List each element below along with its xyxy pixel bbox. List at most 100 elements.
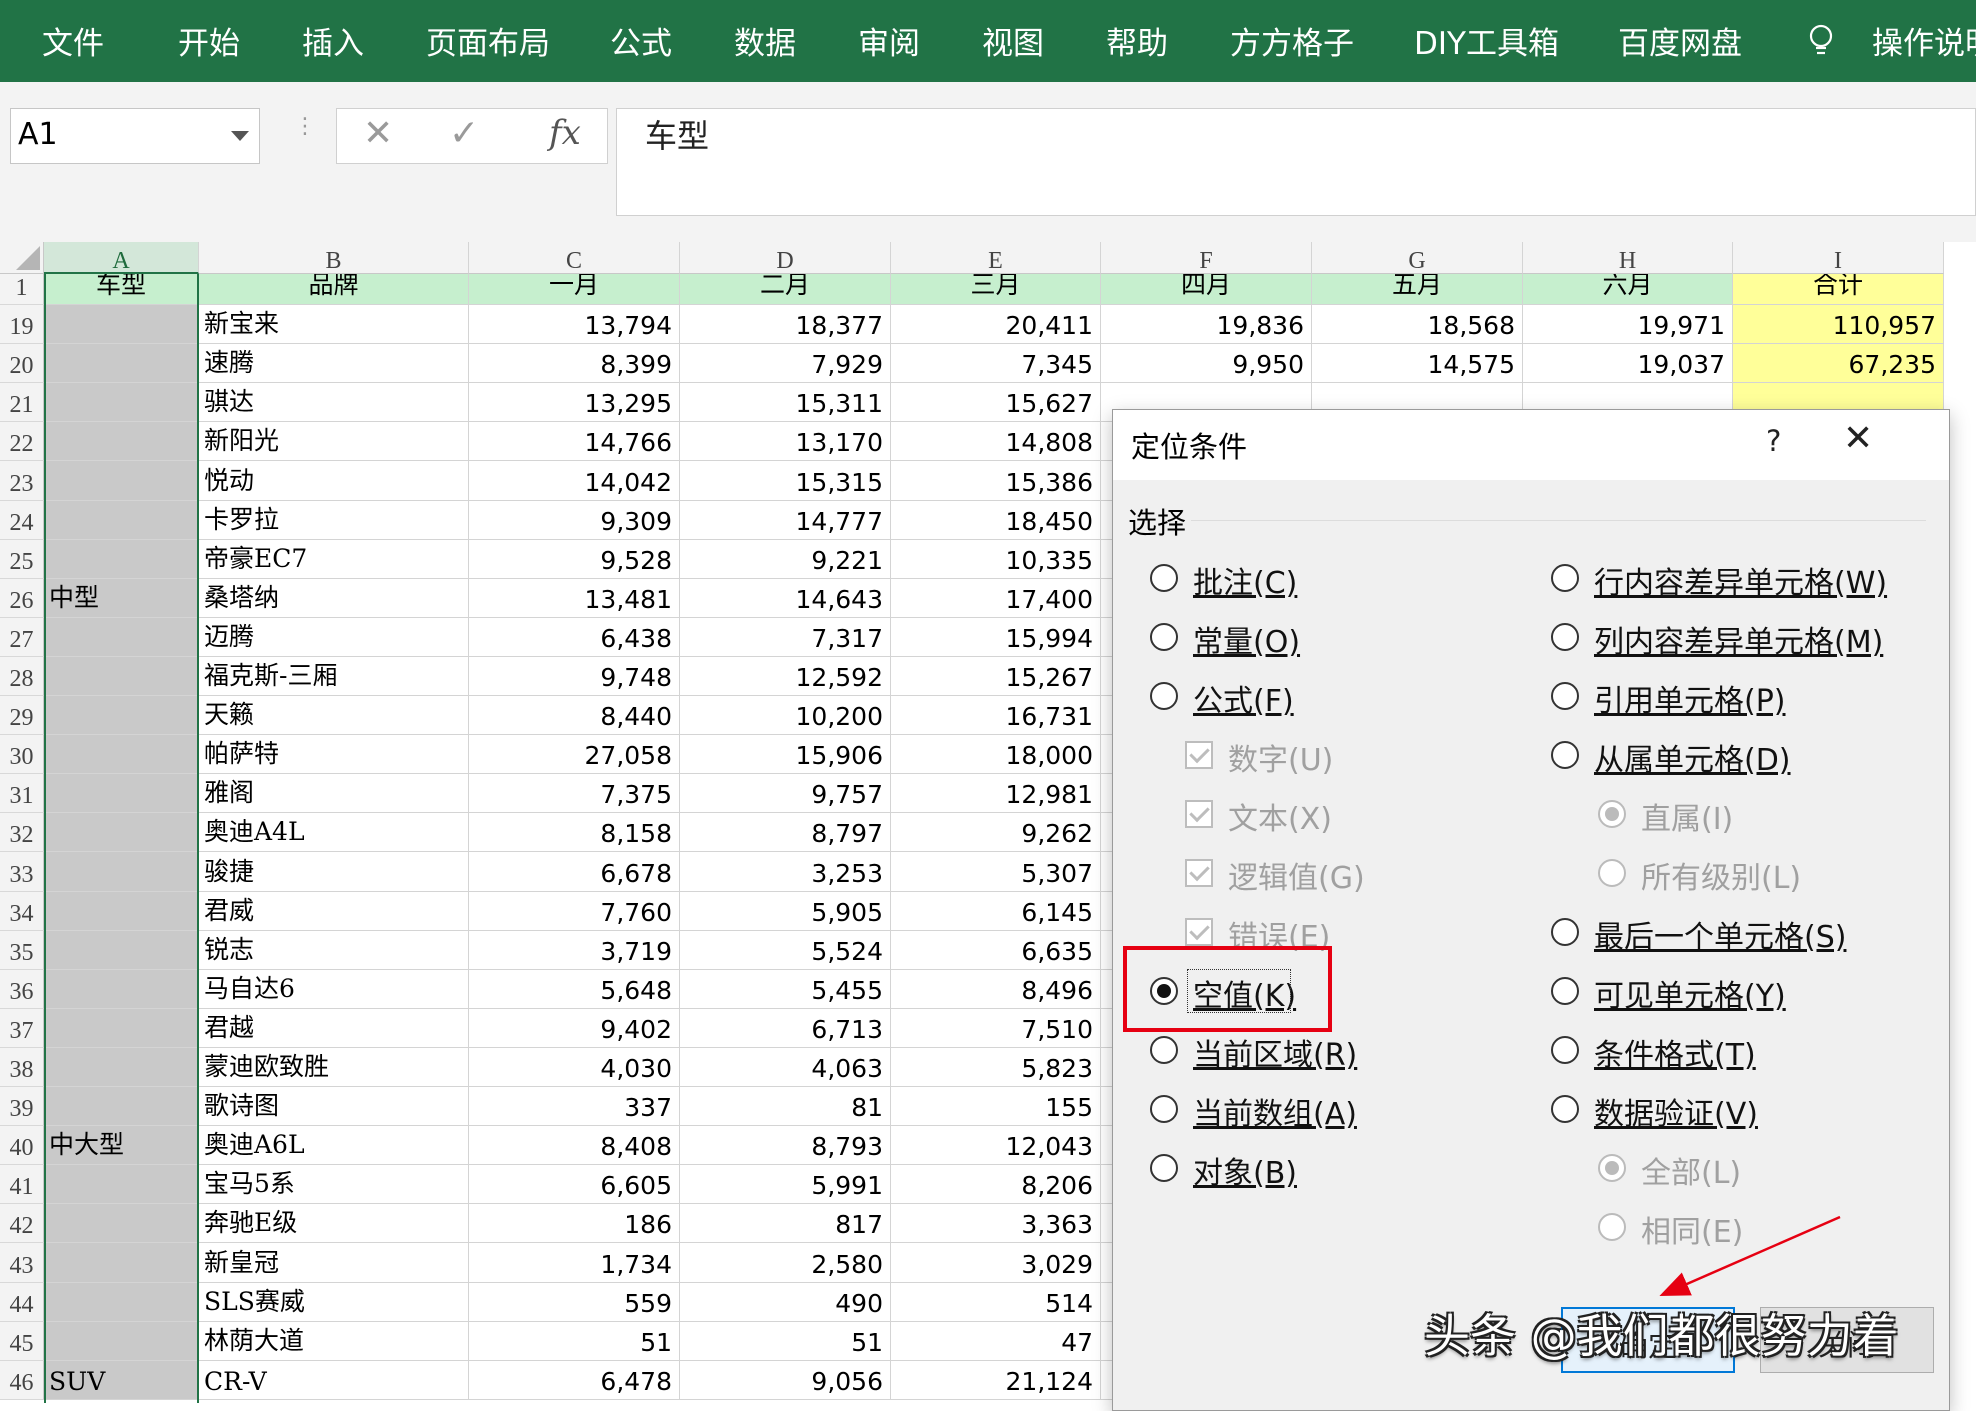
table-cell[interactable]: 6,605	[469, 1165, 680, 1204]
table-cell[interactable]: 8,408	[469, 1126, 680, 1165]
table-cell[interactable]: 14,575	[1312, 344, 1523, 383]
table-cell[interactable]: 5,307	[891, 852, 1101, 892]
table-cell[interactable]: 15,994	[891, 618, 1101, 657]
table-cell[interactable]: 8,793	[680, 1126, 891, 1165]
table-cell[interactable]: 817	[680, 1204, 891, 1243]
name-box[interactable]: A1	[10, 108, 260, 164]
ribbon-tab[interactable]: 公式	[610, 0, 672, 82]
table-cell[interactable]: 福克斯-三厢	[199, 657, 469, 696]
row-header[interactable]: 33	[0, 852, 44, 892]
table-cell[interactable]: 490	[680, 1283, 891, 1322]
table-cell[interactable]: 君越	[199, 1009, 469, 1048]
table-cell[interactable]: 14,766	[469, 422, 680, 461]
table-cell[interactable]: 5,905	[680, 892, 891, 931]
column-header[interactable]: I	[1733, 242, 1944, 274]
table-cell[interactable]: 15,315	[680, 461, 891, 501]
table-cell[interactable]: 1,734	[469, 1243, 680, 1283]
table-cell[interactable]: 中大型	[44, 1126, 199, 1165]
table-cell[interactable]	[44, 696, 199, 735]
lightbulb-icon[interactable]	[1808, 24, 1834, 58]
row-header[interactable]: 41	[0, 1165, 44, 1204]
table-cell[interactable]: 14,643	[680, 579, 891, 618]
table-cell[interactable]: 337	[469, 1087, 680, 1126]
table-cell[interactable]	[44, 422, 199, 461]
table-cell[interactable]: 514	[891, 1283, 1101, 1322]
table-cell[interactable]	[44, 852, 199, 892]
radio-icon[interactable]	[1551, 682, 1579, 710]
ribbon-tab[interactable]: 数据	[734, 0, 796, 82]
table-cell[interactable]: 5,991	[680, 1165, 891, 1204]
row-header[interactable]: 21	[0, 383, 44, 422]
table-cell[interactable]: 林荫大道	[199, 1322, 469, 1361]
table-cell[interactable]: 5,648	[469, 970, 680, 1009]
table-cell[interactable]: CR-V	[199, 1361, 469, 1400]
row-header[interactable]: 20	[0, 344, 44, 383]
table-cell[interactable]: 12,043	[891, 1126, 1101, 1165]
header-cell[interactable]: 四月	[1101, 274, 1312, 305]
table-cell[interactable]: 9,528	[469, 540, 680, 579]
table-cell[interactable]: 奥迪A6L	[199, 1126, 469, 1165]
table-cell[interactable]: 天籁	[199, 696, 469, 735]
row-header[interactable]: 28	[0, 657, 44, 696]
help-icon[interactable]: ?	[1766, 424, 1781, 458]
table-cell[interactable]	[44, 970, 199, 1009]
ribbon-tab[interactable]: DIY工具箱	[1414, 0, 1559, 82]
table-cell[interactable]: 13,794	[469, 305, 680, 344]
radio-icon[interactable]	[1150, 1036, 1178, 1064]
row-header[interactable]: 44	[0, 1283, 44, 1322]
ribbon-tab[interactable]: 百度网盘	[1618, 0, 1742, 82]
table-cell[interactable]: 20,411	[891, 305, 1101, 344]
table-cell[interactable]	[44, 1048, 199, 1087]
table-cell[interactable]: 新宝来	[199, 305, 469, 344]
table-cell[interactable]: 8,496	[891, 970, 1101, 1009]
table-cell[interactable]: 51	[469, 1322, 680, 1361]
row-header[interactable]: 31	[0, 774, 44, 813]
radio-icon[interactable]	[1551, 1095, 1579, 1123]
radio-icon[interactable]	[1150, 1095, 1178, 1123]
table-cell[interactable]: 歌诗图	[199, 1087, 469, 1126]
table-cell[interactable]: 15,627	[891, 383, 1101, 422]
table-cell[interactable]: 18,000	[891, 735, 1101, 774]
drag-handle-icon[interactable]: ⋮	[294, 116, 316, 152]
row-header[interactable]: 29	[0, 696, 44, 735]
select-all-corner[interactable]	[0, 242, 44, 274]
table-cell[interactable]: 21,124	[891, 1361, 1101, 1400]
ribbon-tab[interactable]: 帮助	[1106, 0, 1168, 82]
row-header[interactable]: 27	[0, 618, 44, 657]
table-cell[interactable]	[44, 1087, 199, 1126]
table-cell[interactable]	[44, 813, 199, 852]
table-cell[interactable]: 5,455	[680, 970, 891, 1009]
table-cell[interactable]: 中型	[44, 579, 199, 618]
table-cell[interactable]: 桑塔纳	[199, 579, 469, 618]
row-header[interactable]: 35	[0, 931, 44, 970]
table-cell[interactable]: 16,731	[891, 696, 1101, 735]
column-header[interactable]: H	[1523, 242, 1733, 274]
table-cell[interactable]: 帕萨特	[199, 735, 469, 774]
table-cell[interactable]	[44, 305, 199, 344]
table-cell[interactable]: 7,510	[891, 1009, 1101, 1048]
chevron-down-icon[interactable]	[231, 131, 249, 141]
row-header[interactable]: 26	[0, 579, 44, 618]
radio-icon[interactable]	[1551, 918, 1579, 946]
row-header[interactable]: 40	[0, 1126, 44, 1165]
table-cell[interactable]	[44, 931, 199, 970]
row-header[interactable]: 34	[0, 892, 44, 931]
ribbon-tab[interactable]: 审阅	[858, 0, 920, 82]
table-cell[interactable]: 81	[680, 1087, 891, 1126]
radio-icon[interactable]	[1551, 741, 1579, 769]
table-cell[interactable]: 速腾	[199, 344, 469, 383]
table-cell[interactable]: 12,592	[680, 657, 891, 696]
radio-icon[interactable]	[1551, 564, 1579, 592]
table-cell[interactable]: 13,481	[469, 579, 680, 618]
table-cell[interactable]: 7,760	[469, 892, 680, 931]
table-cell[interactable]: 卡罗拉	[199, 501, 469, 540]
header-cell[interactable]: 五月	[1312, 274, 1523, 305]
table-cell[interactable]: 悦动	[199, 461, 469, 501]
row-header[interactable]: 37	[0, 1009, 44, 1048]
row-header[interactable]: 42	[0, 1204, 44, 1243]
table-cell[interactable]: 迈腾	[199, 618, 469, 657]
table-cell[interactable]: 4,030	[469, 1048, 680, 1087]
table-cell[interactable]: 7,375	[469, 774, 680, 813]
table-cell[interactable]	[44, 1322, 199, 1361]
enter-icon[interactable]: ✓	[449, 113, 479, 154]
